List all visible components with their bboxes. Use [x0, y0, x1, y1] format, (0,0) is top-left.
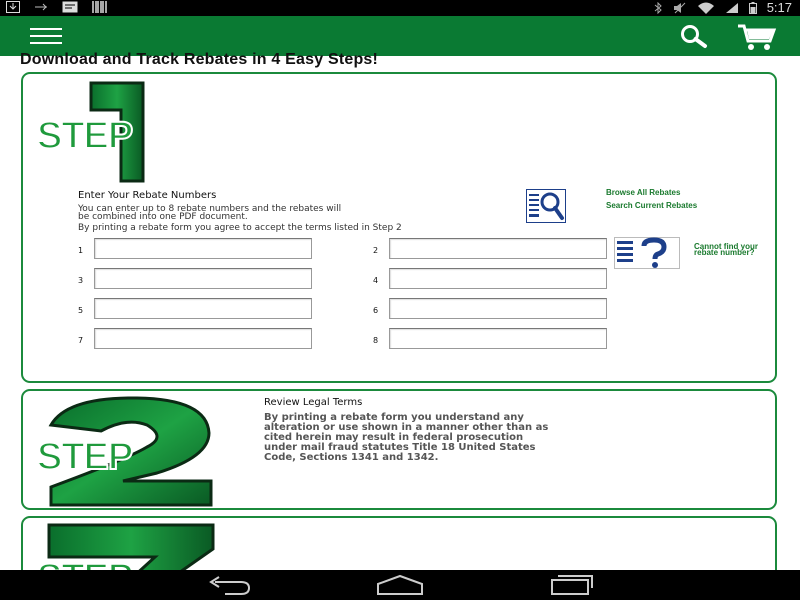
- field-label-6: 6: [373, 306, 379, 315]
- field-label-7: 7: [78, 336, 84, 345]
- step2-legal-text: By printing a rebate form you understand…: [264, 413, 634, 463]
- step1-word: STEP: [36, 114, 134, 158]
- help-question-icon[interactable]: [614, 237, 680, 269]
- step1-terms-note: By printing a rebate form you agree to a…: [78, 223, 402, 233]
- clock: 5:17: [766, 0, 792, 15]
- step1-section-title: Enter Your Rebate Numbers: [78, 190, 217, 201]
- back-icon[interactable]: [205, 574, 253, 600]
- field-label-3: 3: [78, 276, 84, 285]
- download-icon: [6, 1, 20, 13]
- rebate-number-field-2[interactable]: [389, 238, 607, 259]
- step1-card: STEP Enter Your Rebate Numbers You can e…: [21, 72, 777, 383]
- legal-line-5: Code, Sections 1341 and 1342.: [264, 452, 439, 463]
- field-label-5: 5: [78, 306, 84, 315]
- signal-icon: [725, 2, 738, 13]
- rebate-number-field-7[interactable]: [94, 328, 312, 349]
- search-current-rebates-link[interactable]: Search Current Rebates: [606, 201, 697, 210]
- field-label-2: 2: [373, 246, 379, 255]
- page-title: Download and Track Rebates in 4 Easy Ste…: [20, 51, 379, 68]
- step2-section-title: Review Legal Terms: [264, 397, 363, 408]
- rebate-number-field-3[interactable]: [94, 268, 312, 289]
- wifi-icon: [697, 2, 714, 14]
- field-label-4: 4: [373, 276, 379, 285]
- notification-icons: [6, 1, 108, 13]
- rebate-number-field-4[interactable]: [389, 268, 607, 289]
- step2-graphic: STEP: [36, 395, 237, 507]
- home-icon[interactable]: [376, 574, 424, 600]
- cannot-find-rebate-line-2[interactable]: rebate number?: [694, 248, 754, 257]
- status-bar: 5:17: [0, 0, 800, 16]
- browse-rebates-icon[interactable]: [526, 189, 566, 223]
- barcode-icon: [92, 1, 107, 13]
- system-navigation-bar: [0, 570, 800, 600]
- step1-graphic: STEP: [36, 80, 237, 184]
- step1-description-line-2: be combined into one PDF document.: [78, 212, 248, 222]
- usb-icon: [35, 3, 47, 11]
- field-label-1: 1: [78, 246, 84, 255]
- message-icon: [62, 1, 78, 13]
- search-icon[interactable]: [678, 24, 712, 50]
- step2-word: STEP: [36, 435, 134, 479]
- app-bar: [0, 16, 800, 56]
- battery-icon: [748, 1, 757, 14]
- rebate-number-field-8[interactable]: [389, 328, 607, 349]
- rebate-number-field-6[interactable]: [389, 298, 607, 319]
- bluetooth-icon: [654, 1, 662, 14]
- browse-all-rebates-link[interactable]: Browse All Rebates: [606, 188, 680, 197]
- shopping-cart-icon[interactable]: [736, 23, 778, 51]
- step2-card: STEP Review Legal Terms By printing a re…: [21, 389, 777, 510]
- field-label-8: 8: [373, 336, 379, 345]
- hamburger-menu-icon[interactable]: [30, 28, 62, 44]
- rebate-number-field-5[interactable]: [94, 298, 312, 319]
- system-status: 5:17: [653, 0, 792, 15]
- mute-icon: [673, 2, 686, 13]
- rebate-number-field-1[interactable]: [94, 238, 312, 259]
- recents-icon[interactable]: [548, 574, 596, 600]
